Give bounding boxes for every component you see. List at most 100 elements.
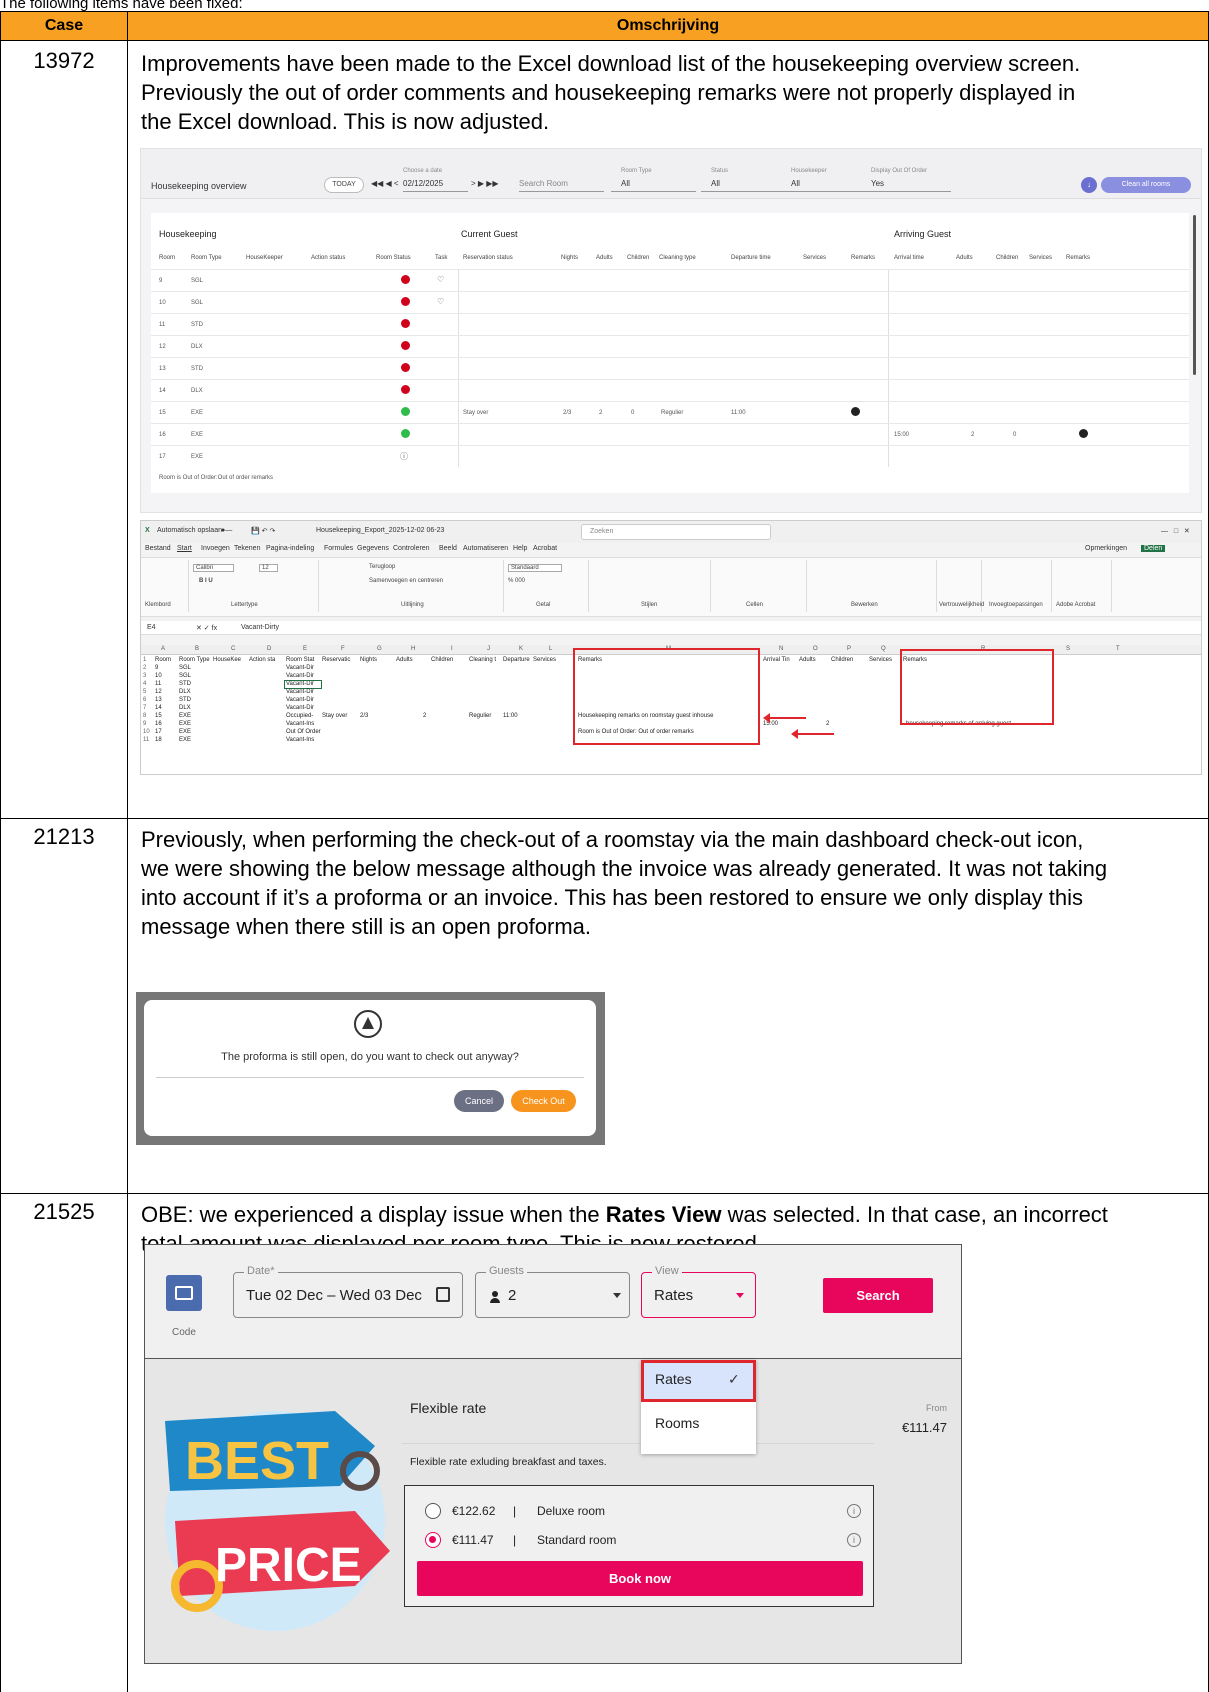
column-header: Room Type (191, 255, 222, 261)
promo-code-icon[interactable] (166, 1275, 202, 1311)
wrap-text-button[interactable]: Terugloop (369, 564, 395, 570)
percent-button[interactable]: % 000 (508, 578, 525, 584)
today-button[interactable]: TODAY (324, 177, 364, 193)
download-icon[interactable]: ↓ (1081, 177, 1097, 193)
comments-button[interactable]: Opmerkingen (1085, 545, 1127, 552)
option-room: Deluxe room (537, 1504, 606, 1518)
excel-screenshot: X Automatisch opslaan ●— 💾 ↶ ↷ Housekeep… (140, 520, 1202, 775)
search-box[interactable]: Zoeken (581, 524, 771, 540)
check-out-button[interactable]: Check Out (511, 1090, 576, 1112)
font-select[interactable]: Calibri (193, 564, 235, 572)
clean-all-rooms-button[interactable]: Clean all rooms (1101, 177, 1191, 193)
radio-button[interactable] (425, 1532, 441, 1548)
ribbon-group-label: Invoegtoepassingen (989, 602, 1043, 608)
table-row[interactable]: 9 SGL ♡ (151, 269, 1189, 292)
guests-label: Guests (486, 1265, 527, 1277)
code-label: Code (172, 1327, 196, 1338)
cancel-button[interactable]: Cancel (454, 1090, 504, 1112)
description-line: message when there still is an open prof… (141, 914, 592, 939)
housekeeping-table: Housekeeping Current Guest Arriving Gues… (151, 213, 1189, 493)
menu-item[interactable]: Beeld (439, 545, 457, 552)
book-now-button[interactable]: Book now (417, 1561, 863, 1596)
room-options: €122.62 | Deluxe room i €111.47 | Standa… (404, 1485, 874, 1607)
dirty-status-icon (401, 275, 410, 284)
housekeeper-select[interactable]: All (791, 179, 800, 188)
option-price: €111.47 (452, 1533, 494, 1547)
prev-nav[interactable]: ◀◀ ◀ < (371, 179, 399, 188)
menu-item[interactable]: Formules (324, 545, 353, 552)
info-icon[interactable]: i (847, 1533, 861, 1547)
arrow-icon (791, 729, 834, 739)
column-header: Room Status (376, 255, 411, 261)
autosave-label: Automatisch opslaan (157, 527, 222, 534)
housekeeper-label: Housekeeper (791, 168, 827, 174)
from-price: €111.47 (901, 1420, 947, 1435)
spreadsheet-grid[interactable]: A B C D E F G H I J K L M N O P Q R S T … (141, 645, 1201, 774)
table-row[interactable]: 14 DLX (151, 379, 1189, 402)
date-label: Choose a date (403, 168, 443, 174)
menu-item[interactable]: Automatiseren (463, 545, 508, 552)
next-nav[interactable]: > ▶ ▶▶ (471, 179, 499, 188)
menu-item[interactable]: Tekenen (234, 545, 260, 552)
search-button[interactable]: Search (823, 1278, 933, 1313)
menu-item[interactable]: Start (177, 545, 192, 552)
menu-item[interactable]: Help (513, 545, 527, 552)
search-room-input[interactable]: Search Room (519, 179, 568, 188)
ribbon-group-label: Klembord (145, 602, 171, 608)
column-header: Remarks (1066, 255, 1091, 261)
menu-item[interactable]: Controleren (393, 545, 430, 552)
bell-icon: ♡ (437, 297, 445, 306)
description-line: Previously the out of order comments and… (141, 80, 1076, 105)
radio-button[interactable] (425, 1503, 441, 1519)
excel-titlebar: X Automatisch opslaan ●— 💾 ↶ ↷ Housekeep… (141, 521, 1201, 543)
description-line: OBE: we experienced a display issue when… (141, 1202, 1108, 1227)
view-select[interactable]: View Rates (641, 1265, 756, 1318)
table-row[interactable]: 17 EXE ⓘ (151, 445, 1189, 468)
font-size-select[interactable]: 12 (259, 564, 278, 572)
name-box[interactable]: E4 (147, 624, 156, 631)
table-row[interactable]: 11 STD (151, 313, 1189, 336)
table-row[interactable]: 16 EXE 15:00 2 0 (151, 423, 1189, 446)
info-icon[interactable]: i (847, 1504, 861, 1518)
formula-input[interactable]: Vacant-Dirty (241, 624, 279, 631)
ribbon-group-label: Lettertype (231, 602, 258, 608)
bell-icon: ♡ (437, 275, 445, 284)
date-value[interactable]: 02/12/2025 (403, 179, 443, 188)
scrollbar[interactable] (1193, 215, 1196, 375)
menu-item[interactable]: Bestand (145, 545, 171, 552)
table-row[interactable]: 10 SGL ♡ (151, 291, 1189, 314)
table-row[interactable]: 12 DLX (151, 335, 1189, 358)
excel-ribbon: Calibri 12 B I U Terugloop Samenvoegen e… (141, 557, 1201, 617)
checkmark-icon: ✓ (728, 1371, 740, 1387)
menu-item[interactable]: Gegevens (357, 545, 389, 552)
room-option[interactable]: €122.62 | Deluxe room i (425, 1501, 865, 1521)
column-header: Arrival time (894, 255, 925, 261)
column-header: Task (435, 255, 448, 261)
view-option-rates[interactable]: Rates ✓ (641, 1360, 756, 1400)
share-button[interactable]: Delen (1141, 545, 1166, 552)
room-option[interactable]: €111.47 | Standard room i (425, 1530, 865, 1550)
table-row[interactable]: 15 EXE Stay over 2/3 2 0 Regulier 11:00 (151, 401, 1189, 424)
guests-field[interactable]: Guests 2 (475, 1265, 630, 1318)
number-format-select[interactable]: Standaard (508, 564, 562, 572)
ribbon-group-label: Uitlijning (401, 602, 424, 608)
fx-icon: ✕ ✓ fx (196, 625, 218, 632)
menu-item[interactable]: Acrobat (533, 545, 557, 552)
housekeeping-screenshot: Housekeeping overview TODAY ◀◀ ◀ < Choos… (140, 148, 1202, 513)
bold-button[interactable]: B I U (199, 578, 213, 584)
menu-item[interactable]: Invoegen (201, 545, 230, 552)
date-field[interactable]: Date* Tue 02 Dec – Wed 03 Dec (233, 1265, 463, 1318)
highlight-box (900, 649, 1054, 725)
dirty-status-icon (401, 319, 410, 328)
ribbon-group-label: Vertrouwelijkheid (939, 602, 985, 608)
column-header: Action status (311, 255, 346, 261)
view-option-rooms[interactable]: Rooms (641, 1404, 756, 1444)
merge-button[interactable]: Samenvoegen en centreren (369, 578, 443, 584)
table-row[interactable]: 13 STD (151, 357, 1189, 380)
status-select[interactable]: All (711, 179, 720, 188)
ribbon-group-label: Adobe Acrobat (1056, 602, 1096, 608)
menu-item[interactable]: Pagina-indeling (266, 545, 314, 552)
ooo-select[interactable]: Yes (871, 179, 884, 188)
remarks-info-icon (1079, 429, 1088, 438)
room-type-select[interactable]: All (621, 179, 630, 188)
